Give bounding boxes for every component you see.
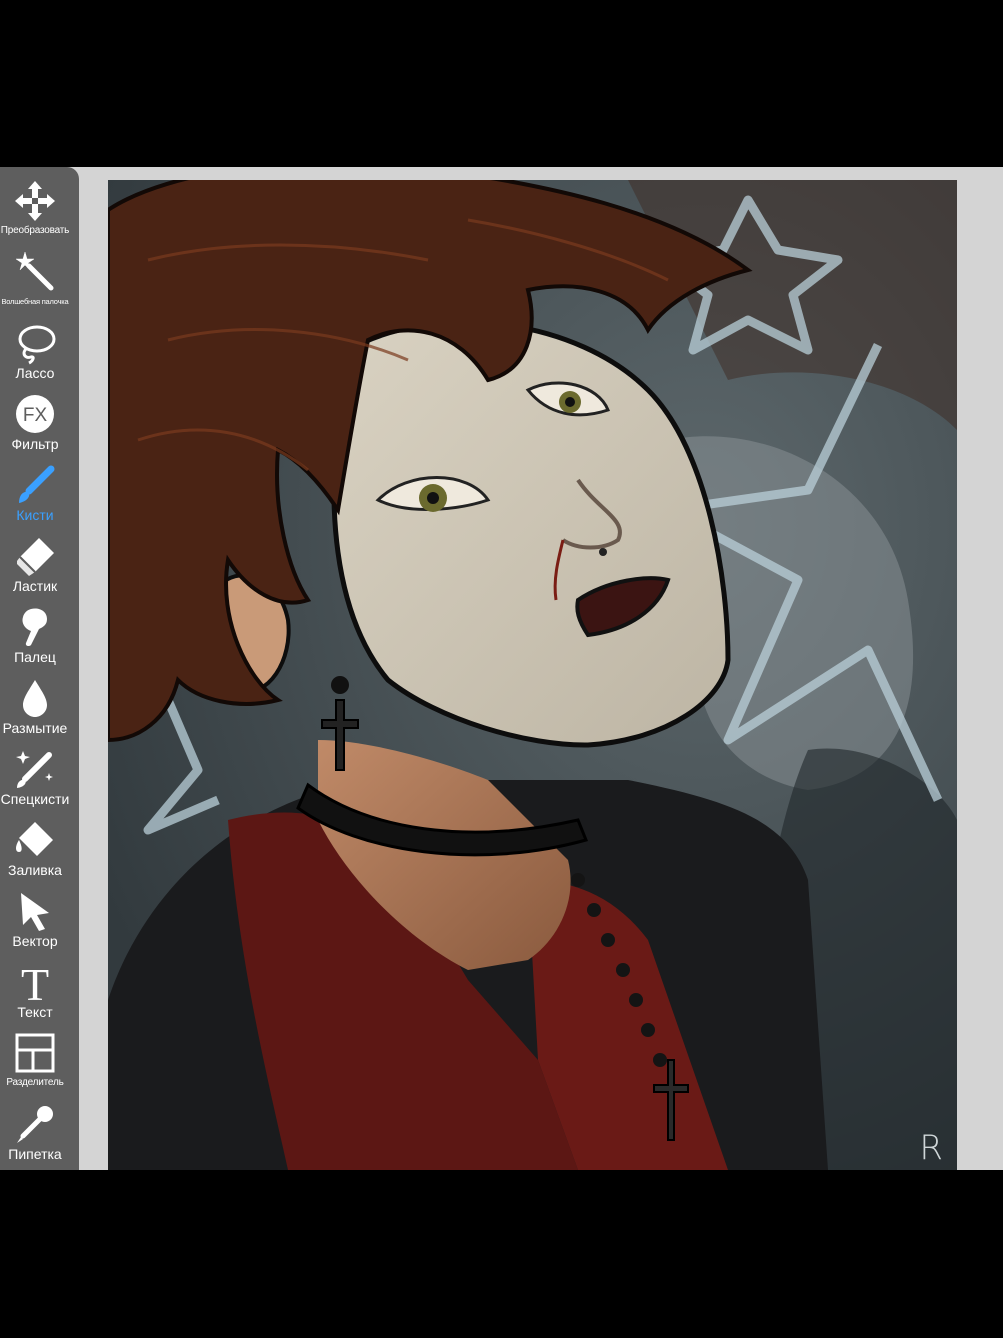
tool-eyedropper[interactable]: Пипетка <box>0 1100 70 1171</box>
svg-text:FX: FX <box>23 405 48 426</box>
brush-icon <box>19 465 55 503</box>
tool-lasso-label: Лассо <box>15 365 55 381</box>
move-arrows-icon <box>15 181 55 221</box>
smudge-finger-icon <box>22 608 47 647</box>
top-black-bar <box>0 0 1003 167</box>
artist-signature: R <box>919 1128 943 1168</box>
drawing-canvas[interactable]: R <box>108 180 957 1170</box>
tool-transform[interactable]: Преобразовать <box>0 177 70 248</box>
tool-vector[interactable]: Вектор <box>0 887 70 958</box>
tool-filter[interactable]: FX Фильтр <box>0 390 70 461</box>
tool-sidebar: Преобразовать Волшебная палочка Лассо FX… <box>0 167 79 1170</box>
tool-smudge[interactable]: Палец <box>0 603 70 674</box>
fx-filter-icon: FX <box>16 395 54 433</box>
tool-fill-label: Заливка <box>8 862 62 878</box>
tool-smudge-label: Палец <box>14 649 56 665</box>
tool-eraser-label: Ластик <box>12 578 58 594</box>
tool-special-brush[interactable]: Спецкисти <box>0 745 70 816</box>
eyedropper-icon <box>17 1106 53 1143</box>
svg-text:T: T <box>21 960 49 1004</box>
magic-wand-icon <box>15 251 54 291</box>
eraser-icon <box>17 538 54 576</box>
fill-bucket-icon <box>16 822 53 856</box>
frame-divider-icon <box>15 1033 55 1073</box>
tool-text-label: Текст <box>17 1004 53 1020</box>
tool-filter-label: Фильтр <box>11 436 59 452</box>
tool-lasso[interactable]: Лассо <box>0 319 70 390</box>
tool-brush[interactable]: Кисти <box>0 461 70 532</box>
bottom-black-bar <box>0 1170 1003 1338</box>
tool-transform-label: Преобразовать <box>0 225 70 236</box>
tool-text[interactable]: T Текст <box>0 958 70 1029</box>
tool-magic-wand[interactable]: Волшебная палочка <box>0 248 70 319</box>
tool-frame-divider[interactable]: Разделитель <box>0 1029 70 1100</box>
text-t-icon: T <box>21 960 49 1004</box>
tool-eraser[interactable]: Ластик <box>0 532 70 603</box>
tool-blur[interactable]: Размытие <box>0 674 70 745</box>
artwork-illustration <box>108 180 957 1170</box>
lasso-icon <box>18 325 56 365</box>
tool-eyedropper-label: Пипетка <box>8 1146 62 1162</box>
blur-drop-icon <box>23 680 47 717</box>
tool-frame-divider-label: Разделитель <box>6 1077 64 1088</box>
tool-blur-label: Размытие <box>2 720 68 736</box>
tool-fill[interactable]: Заливка <box>0 816 70 887</box>
tool-special-brush-label: Спецкисти <box>0 791 70 807</box>
special-brush-icon <box>16 751 53 788</box>
tool-magic-wand-label: Волшебная палочка <box>1 297 69 306</box>
tool-brush-label: Кисти <box>16 507 54 523</box>
tool-vector-label: Вектор <box>12 933 58 949</box>
vector-cursor-icon <box>21 893 49 931</box>
